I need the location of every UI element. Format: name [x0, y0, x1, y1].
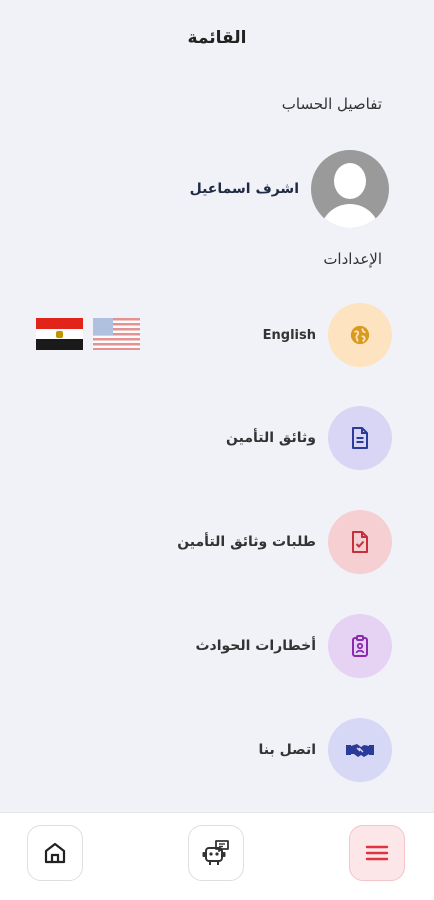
menu-button[interactable] [349, 825, 405, 881]
hamburger-menu-icon [365, 845, 389, 861]
us-flag-icon[interactable] [93, 318, 140, 350]
language-label: English [262, 327, 316, 343]
page-title: القائمة [187, 28, 247, 48]
contact-label: اتصل بنا [258, 742, 316, 758]
policy-requests-menu-item[interactable]: طلبات وثائق التأمين [177, 510, 392, 574]
handshake-icon [328, 718, 392, 782]
accident-reports-label: أخطارات الحوادث [195, 638, 316, 654]
document-icon [328, 406, 392, 470]
globe-icon [328, 303, 392, 367]
home-button[interactable] [27, 825, 83, 881]
accident-reports-menu-item[interactable]: أخطارات الحوادث [195, 614, 392, 678]
policies-label: وثائق التأمين [226, 430, 316, 446]
bottom-navigation [0, 812, 434, 900]
chatbot-button[interactable] [188, 825, 244, 881]
document-check-icon [328, 510, 392, 574]
user-name: اشرف اسماعيل [189, 181, 299, 197]
profile-card[interactable]: اشرف اسماعيل [190, 150, 389, 228]
policies-menu-item[interactable]: وثائق التأمين [226, 406, 392, 470]
chatbot-icon [202, 840, 229, 865]
settings-section-label: الإعدادات [323, 250, 382, 268]
contact-menu-item[interactable]: اتصل بنا [259, 718, 392, 782]
language-menu-item[interactable]: English [263, 303, 392, 367]
policy-requests-label: طلبات وثائق التأمين [177, 534, 316, 550]
clipboard-person-icon [328, 614, 392, 678]
avatar[interactable] [311, 150, 389, 228]
egypt-flag-icon[interactable] [36, 318, 83, 350]
language-flags [36, 318, 140, 350]
account-section-label: تفاصيل الحساب [281, 95, 382, 113]
home-icon [44, 842, 66, 864]
